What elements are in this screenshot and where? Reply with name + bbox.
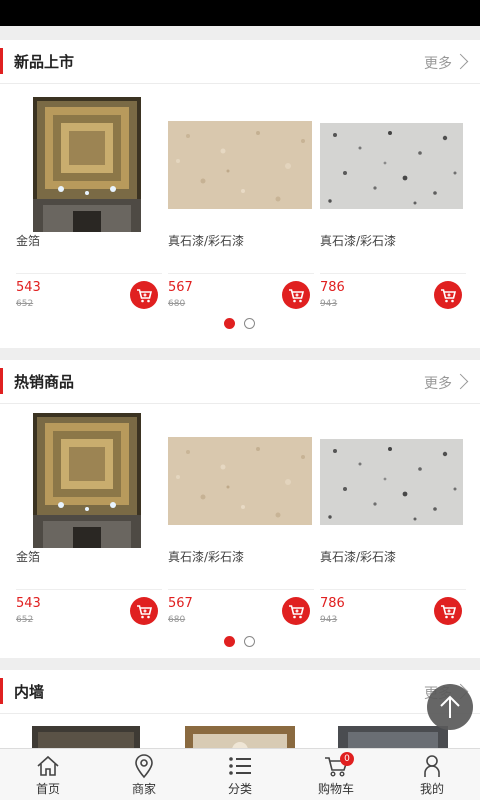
pager-dot-active[interactable] [224,318,235,329]
product-image-granite-texture[interactable] [320,439,463,525]
section-title: 新品上市 [14,53,75,71]
section-title: 内墙 [14,683,45,701]
product-card[interactable]: 真石漆/彩石漆 567 680 [168,84,314,314]
product-image-beige-texture[interactable] [168,121,312,209]
nav-item-cart[interactable]: 0 购物车 [288,749,384,800]
nav-label: 分类 [227,782,252,796]
cart-icon [137,289,153,303]
divider [168,589,314,590]
product-name: 真石漆/彩石漆 [168,550,245,564]
product-card[interactable]: 真石漆/彩石漆 786 943 [320,404,466,634]
product-image-ceiling[interactable] [33,413,141,548]
product-image-ornate-ceiling[interactable] [185,726,295,748]
product-old-price: 680 [168,615,186,625]
section-interior-wall: 内墙 更多 [0,670,480,748]
section-header: 内墙 更多 [0,670,480,714]
section-header: 热销商品 更多 [0,360,480,404]
product-old-price: 943 [320,299,338,309]
carousel-pager [0,636,480,648]
product-card[interactable]: 金箔 543 652 [16,404,162,634]
add-to-cart-button[interactable] [130,597,158,625]
pager-dot-active[interactable] [224,636,235,647]
section-accent-bar [0,368,3,394]
product-name: 真石漆/彩石漆 [168,234,245,248]
add-to-cart-button[interactable] [282,281,310,309]
bottom-nav: 首页 商家 分类 0 购物车 我的 [0,748,480,800]
cart-icon [441,289,457,303]
carousel-pager [0,318,480,330]
divider [16,589,162,590]
nav-label: 购物车 [317,782,354,796]
nav-label: 我的 [419,782,444,796]
list-icon [229,757,251,775]
divider [16,273,162,274]
section-header: 新品上市 更多 [0,40,480,84]
divider [320,589,466,590]
divider [168,273,314,274]
cart-icon [137,605,153,619]
arrow-up-icon [440,695,460,718]
product-old-price: 943 [320,615,338,625]
chevron-right-icon[interactable] [452,373,469,390]
pager-dot[interactable] [244,636,255,647]
product-image-beige-texture[interactable] [168,437,312,525]
product-name: 真石漆/彩石漆 [320,234,397,248]
section-title: 热销商品 [14,373,75,391]
product-price: 786 [320,596,345,611]
nav-label: 首页 [35,782,60,796]
product-name: 真石漆/彩石漆 [320,550,397,564]
product-image-ceiling[interactable] [33,97,141,232]
product-card[interactable]: 真石漆/彩石漆 786 943 [320,84,466,314]
section-new-arrivals: 新品上市 更多 金箔 543 652 真石漆/彩石漆 567 680 真石漆/彩… [0,40,480,348]
product-carousel[interactable]: 金箔 543 652 真石漆/彩石漆 567 680 真石漆/彩石漆 786 9… [0,404,480,634]
cart-icon [289,605,305,619]
nav-item-categories[interactable]: 分类 [192,749,288,800]
nav-label: 商家 [131,782,156,796]
add-to-cart-button[interactable] [282,597,310,625]
product-price: 786 [320,280,345,295]
section-hot-sales: 热销商品 更多 金箔 543 652 真石漆/彩石漆 567 680 真石漆/彩… [0,360,480,658]
product-card[interactable]: 金箔 543 652 [16,84,162,314]
section-accent-bar [0,48,3,74]
product-old-price: 680 [168,299,186,309]
cart-badge: 0 [340,752,354,766]
user-icon [424,755,440,777]
cart-icon [289,289,305,303]
divider [320,273,466,274]
product-card[interactable]: 真石漆/彩石漆 567 680 [168,404,314,634]
pager-dot[interactable] [244,318,255,329]
product-image-granite-texture[interactable] [320,123,463,209]
product-name: 金箔 [16,234,41,248]
more-link[interactable]: 更多 [424,53,452,73]
add-to-cart-button[interactable] [434,597,462,625]
more-link[interactable]: 更多 [424,373,452,393]
location-pin-icon [135,754,153,779]
product-carousel[interactable]: 金箔 543 652 真石漆/彩石漆 567 680 真石漆/彩石漆 786 9… [0,84,480,314]
product-name: 金箔 [16,550,41,564]
product-image-dark-frame[interactable] [32,726,140,748]
section-accent-bar [0,678,3,704]
chevron-right-icon[interactable] [452,53,469,70]
nav-item-home[interactable]: 首页 [0,749,96,800]
product-price: 567 [168,280,193,295]
back-to-top-button[interactable] [427,684,473,730]
product-old-price: 652 [16,615,34,625]
add-to-cart-button[interactable] [130,281,158,309]
nav-item-merchants[interactable]: 商家 [96,749,192,800]
product-old-price: 652 [16,299,34,309]
product-price: 543 [16,596,41,611]
status-bar [0,0,480,26]
cart-icon [441,605,457,619]
main-scroll-area[interactable]: 新品上市 更多 金箔 543 652 真石漆/彩石漆 567 680 真石漆/彩… [0,26,480,748]
add-to-cart-button[interactable] [434,281,462,309]
home-icon [37,755,59,776]
product-price: 567 [168,596,193,611]
nav-item-profile[interactable]: 我的 [384,749,480,800]
product-price: 543 [16,280,41,295]
